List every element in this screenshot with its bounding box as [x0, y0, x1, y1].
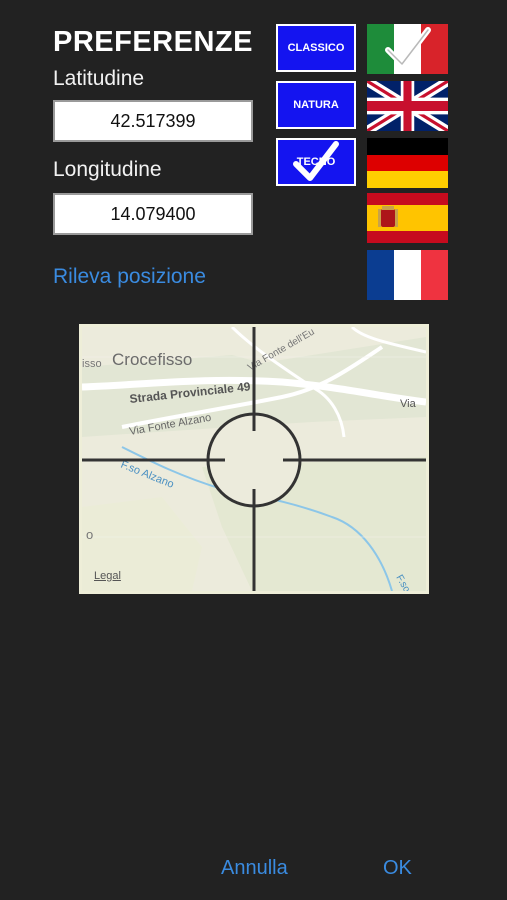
- map-label-via: Via: [400, 398, 417, 410]
- ok-button[interactable]: OK: [383, 857, 412, 880]
- italian-flag-icon: [367, 24, 448, 74]
- latitude-field[interactable]: 42.517399: [53, 100, 253, 142]
- theme-natura-button[interactable]: NATURA: [276, 81, 356, 129]
- theme-classico-button[interactable]: CLASSICO: [276, 24, 356, 72]
- language-uk-flag[interactable]: [367, 81, 448, 131]
- map-label-o: o: [86, 527, 93, 542]
- language-italian-flag[interactable]: [367, 24, 448, 74]
- spanish-flag-icon: [367, 193, 448, 243]
- latitude-label: Latitudine: [53, 67, 145, 90]
- cancel-button[interactable]: Annulla: [221, 857, 288, 880]
- detect-position-link[interactable]: Rileva posizione: [53, 265, 206, 289]
- page-title: PREFERENZE: [53, 26, 253, 58]
- map-label-isso: isso: [82, 358, 102, 370]
- language-french-flag[interactable]: [367, 250, 448, 300]
- map-view[interactable]: Crocefisso Strada Provinciale 49 Via Fon…: [79, 324, 429, 594]
- french-flag-icon: [367, 250, 448, 300]
- uk-flag-icon: [367, 81, 448, 131]
- map-canvas: Crocefisso Strada Provinciale 49 Via Fon…: [82, 327, 426, 591]
- theme-tecno-button[interactable]: TECNO: [276, 138, 356, 186]
- longitude-field[interactable]: 14.079400: [53, 193, 253, 235]
- language-spanish-flag[interactable]: [367, 193, 448, 243]
- german-flag-icon: [367, 138, 448, 188]
- language-german-flag[interactable]: [367, 138, 448, 188]
- map-label-crocefisso: Crocefisso: [112, 350, 192, 369]
- map-legal-link[interactable]: Legal: [94, 570, 121, 582]
- longitude-label: Longitudine: [53, 158, 162, 181]
